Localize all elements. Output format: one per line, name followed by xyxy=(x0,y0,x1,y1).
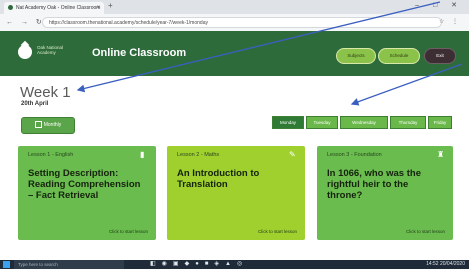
annotation-arrows xyxy=(76,1,463,106)
arrow-to-week-title xyxy=(76,1,441,93)
arrow-to-day-tabs xyxy=(350,63,463,106)
